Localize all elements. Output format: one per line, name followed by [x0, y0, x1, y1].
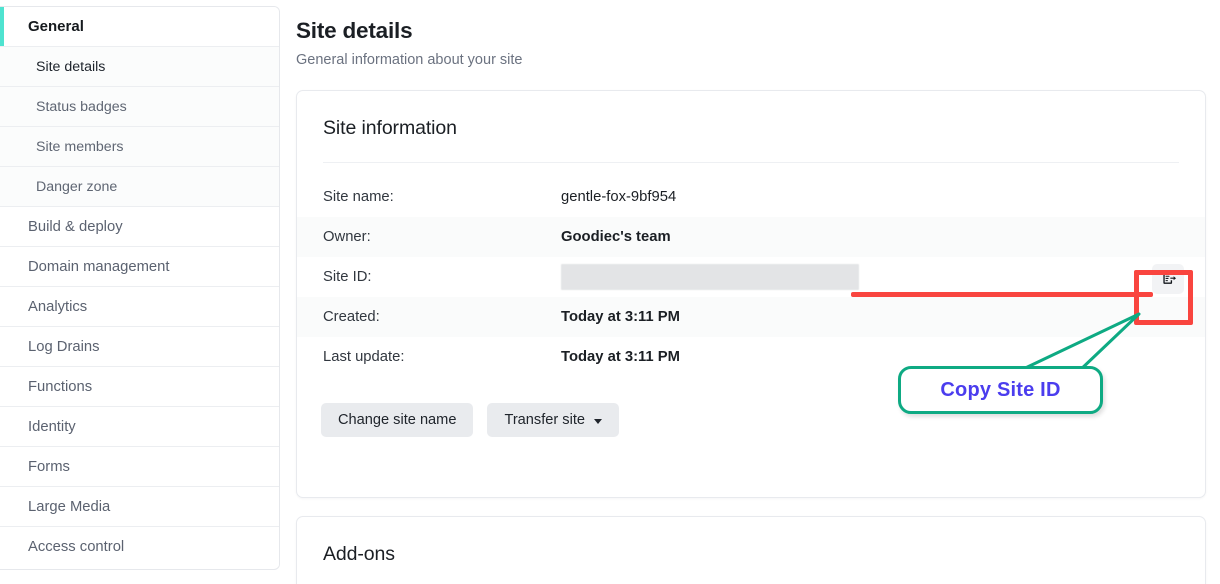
- row-label-site-id: Site ID:: [323, 269, 372, 285]
- sidebar-item-label: Functions: [28, 378, 93, 395]
- sidebar-item-label: Build & deploy: [28, 218, 123, 235]
- sidebar-item-forms[interactable]: Forms: [0, 447, 279, 487]
- sidebar-item-functions[interactable]: Functions: [0, 367, 279, 407]
- row-value-owner: Goodiec's team: [561, 229, 671, 245]
- sidebar-item-general[interactable]: General: [0, 7, 279, 47]
- sidebar-item-analytics[interactable]: Analytics: [0, 287, 279, 327]
- sidebar-item-label: Domain management: [28, 258, 170, 275]
- table-row: Created: Today at 3:11 PM: [297, 297, 1205, 337]
- chevron-down-icon: [594, 418, 603, 424]
- transfer-site-button[interactable]: Transfer site: [487, 403, 620, 437]
- sidebar-item-label: Forms: [28, 458, 70, 475]
- sidebar-item-access-control[interactable]: Access control: [0, 527, 279, 567]
- sidebar-item-status-badges[interactable]: Status badges: [0, 87, 279, 127]
- sidebar-item-label: Status badges: [36, 98, 127, 115]
- sidebar-item-label: Large Media: [28, 498, 111, 515]
- row-value-last-update: Today at 3:11 PM: [561, 349, 680, 365]
- site-information-actions: Change site name Transfer site: [297, 377, 1205, 437]
- row-label-last-update: Last update:: [323, 349, 405, 365]
- sidebar-item-danger-zone[interactable]: Danger zone: [0, 167, 279, 207]
- sidebar-item-large-media[interactable]: Large Media: [0, 487, 279, 527]
- page-subtitle: General information about your site: [296, 52, 523, 68]
- change-site-name-button[interactable]: Change site name: [321, 403, 474, 437]
- site-settings-page: General Site details Status badges Site …: [0, 0, 1220, 584]
- page-title: Site details: [296, 18, 413, 43]
- sidebar-item-label: Site members: [36, 138, 124, 155]
- copy-site-id-button[interactable]: [1152, 264, 1184, 294]
- sidebar-item-label: Access control: [28, 539, 125, 555]
- card-divider: [323, 162, 1179, 163]
- sidebar-item-label: General: [28, 18, 84, 35]
- transfer-site-label: Transfer site: [504, 412, 586, 428]
- site-information-card: Site information Site name: gentle-fox-9…: [296, 90, 1206, 498]
- sidebar-item-build-deploy[interactable]: Build & deploy: [0, 207, 279, 247]
- sidebar-item-label: Log Drains: [28, 338, 100, 355]
- table-row: Owner: Goodiec's team: [297, 217, 1205, 257]
- sidebar-item-site-members[interactable]: Site members: [0, 127, 279, 167]
- sidebar-item-label: Analytics: [28, 298, 88, 315]
- sidebar-item-identity[interactable]: Identity: [0, 407, 279, 447]
- clipboard-copy-icon: [1160, 269, 1177, 289]
- row-label-site-name: Site name:: [323, 189, 394, 205]
- settings-sidebar: General Site details Status badges Site …: [0, 6, 280, 570]
- sidebar-item-site-details[interactable]: Site details: [0, 47, 279, 87]
- card-title-site-information: Site information: [323, 117, 457, 139]
- sidebar-item-domain-management[interactable]: Domain management: [0, 247, 279, 287]
- row-value-site-id-redacted: [561, 264, 859, 290]
- site-information-table: Site name: gentle-fox-9bf954 Owner: Good…: [297, 177, 1205, 377]
- sidebar-item-label: Identity: [28, 418, 76, 435]
- row-value-created: Today at 3:11 PM: [561, 309, 680, 325]
- sidebar-item-log-drains[interactable]: Log Drains: [0, 327, 279, 367]
- table-row: Last update: Today at 3:11 PM: [297, 337, 1205, 377]
- change-site-name-label: Change site name: [338, 412, 457, 428]
- card-title-addons: Add-ons: [323, 543, 395, 565]
- sidebar-item-label: Danger zone: [36, 178, 118, 195]
- row-value-site-name: gentle-fox-9bf954: [561, 189, 677, 205]
- addons-card: Add-ons: [296, 516, 1206, 584]
- row-label-created: Created:: [323, 309, 380, 325]
- table-row: Site name: gentle-fox-9bf954: [297, 177, 1205, 217]
- row-label-owner: Owner:: [323, 229, 371, 245]
- table-row-site-id: Site ID:: [297, 257, 1205, 297]
- sidebar-item-label: Site details: [36, 58, 106, 75]
